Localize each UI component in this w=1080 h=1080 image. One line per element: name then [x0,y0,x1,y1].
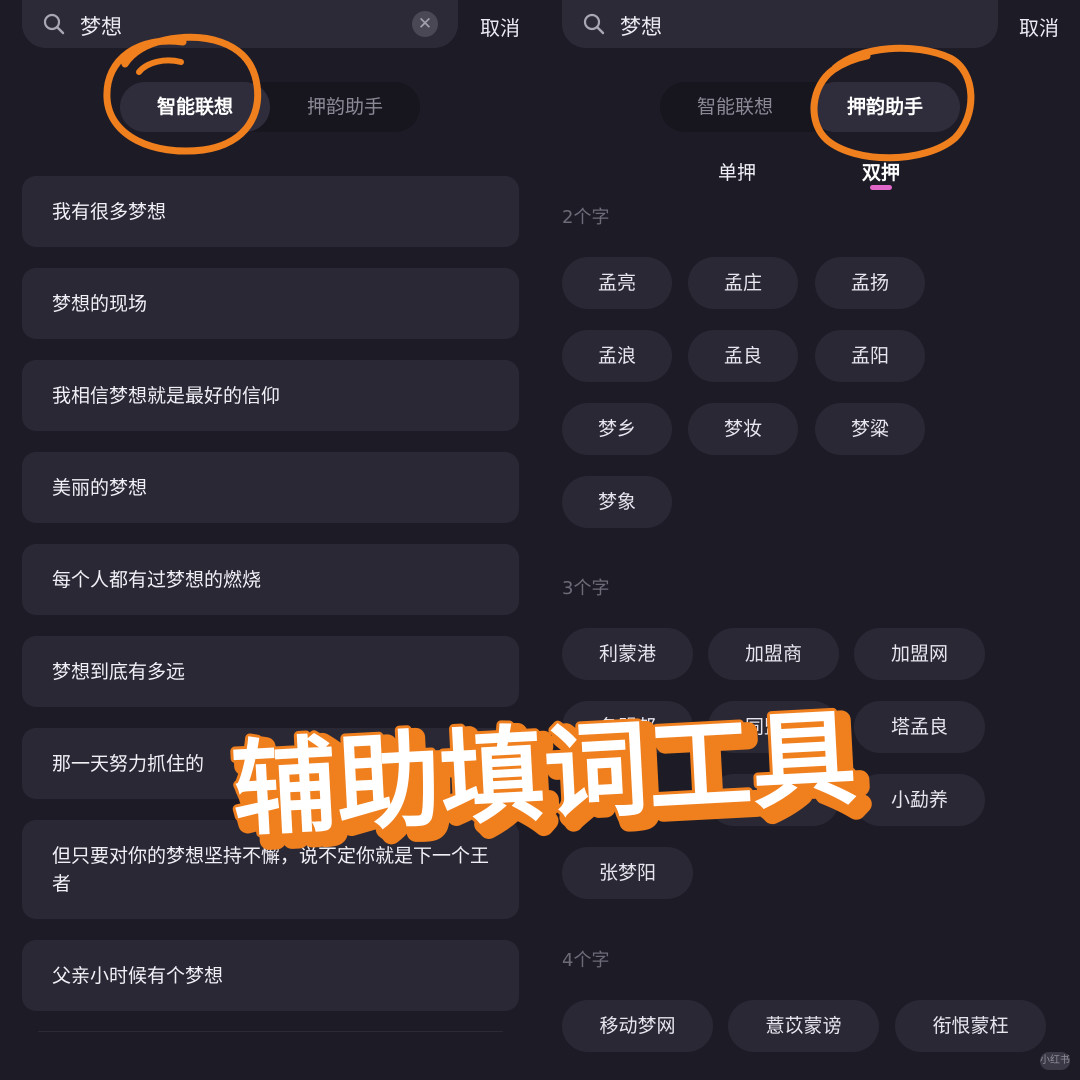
subtab-single-rhyme[interactable]: 单押 [718,158,756,185]
suggestion-item[interactable]: 但只要对你的梦想坚持不懈，说不定你就是下一个王者 [22,820,519,919]
rhyme-chip[interactable]: 小勐养 [854,774,985,826]
list-divider [38,1031,503,1032]
suggestion-item[interactable]: 那一天努力抓住的 [22,728,519,799]
suggestion-item[interactable]: 梦想到底有多远 [22,636,519,707]
screenshot-collage: 梦想 ✕ 取消 智能联想 押韵助手 我有很多梦想 梦想的现场 我相信梦想就是最好… [0,0,1080,1080]
search-icon [43,13,65,35]
tab-rhyme-helper[interactable]: 押韵助手 [810,82,960,132]
right-panel: 梦想 取消 智能联想 押韵助手 单押 双押 2个字 孟亮 孟庄 孟扬 孟浪 孟良… [540,0,1080,1080]
search-icon [583,13,605,35]
rhyme-chip[interactable]: 梦粱 [815,403,925,455]
search-input[interactable]: 梦想 ✕ [22,0,458,48]
rhyme-chip[interactable]: 薏苡蒙谤 [728,1000,879,1052]
mode-tabs: 智能联想 押韵助手 [120,82,420,132]
clear-icon[interactable]: ✕ [412,11,438,37]
rhyme-chip[interactable]: 梦妆 [688,403,798,455]
search-query: 梦想 [620,15,662,39]
rhyme-chip[interactable]: 衔恨蒙枉 [895,1000,1046,1052]
search-query: 梦想 [80,15,122,39]
rhyme-chip[interactable]: 塔孟良 [854,701,985,753]
rhyme-chip[interactable]: 各盟邦 [562,701,693,753]
left-panel: 梦想 ✕ 取消 智能联想 押韵助手 我有很多梦想 梦想的现场 我相信梦想就是最好… [0,0,540,1080]
rhyme-chip[interactable]: 密蒙 [708,774,839,826]
suggestion-item[interactable]: 我有很多梦想 [22,176,519,247]
section-label-4-chars: 4个字 [562,950,610,971]
suggestion-item[interactable]: 父亲小时候有个梦想 [22,940,519,1011]
suggestion-item[interactable]: 美丽的梦想 [22,452,519,523]
cancel-button[interactable]: 取消 [1019,12,1059,41]
rhyme-chip[interactable]: 孟良 [688,330,798,382]
section-label-2-chars: 2个字 [562,207,610,228]
rhyme-chip[interactable]: 孟扬 [815,257,925,309]
rhyme-chip[interactable]: 移动梦网 [562,1000,713,1052]
tab-smart-association[interactable]: 智能联想 [120,82,270,132]
section-label-3-chars: 3个字 [562,578,610,599]
suggestion-item[interactable]: 梦想的现场 [22,268,519,339]
tab-smart-association[interactable]: 智能联想 [660,82,810,132]
suggestion-item[interactable]: 每个人都有过梦想的燃烧 [22,544,519,615]
search-input[interactable]: 梦想 [562,0,998,48]
rhyme-chip[interactable]: 梦乡 [562,403,672,455]
rhyme-chip[interactable]: 孟阳 [815,330,925,382]
tab-rhyme-helper[interactable]: 押韵助手 [270,82,420,132]
rhyme-chip[interactable]: 梦象 [562,476,672,528]
rhyme-chip[interactable]: 张梦阳 [562,847,693,899]
rhyme-chip[interactable]: 利蒙港 [562,628,693,680]
rhyme-chip[interactable]: 孟浪 [562,330,672,382]
rhyme-chip[interactable]: 加盟网 [854,628,985,680]
watermark: 小红书 [1040,1052,1070,1070]
subtab-active-indicator [870,185,892,190]
rhyme-chip[interactable]: 加盟商 [708,628,839,680]
suggestion-item[interactable]: 我相信梦想就是最好的信仰 [22,360,519,431]
rhyme-chip[interactable]: 孟庄 [688,257,798,309]
mode-tabs: 智能联想 押韵助手 [660,82,960,132]
cancel-button[interactable]: 取消 [480,12,520,41]
rhyme-chip[interactable]: 同盟网 [708,701,839,753]
subtab-double-rhyme[interactable]: 双押 [862,158,900,185]
rhyme-chip[interactable]: 孟亮 [562,257,672,309]
